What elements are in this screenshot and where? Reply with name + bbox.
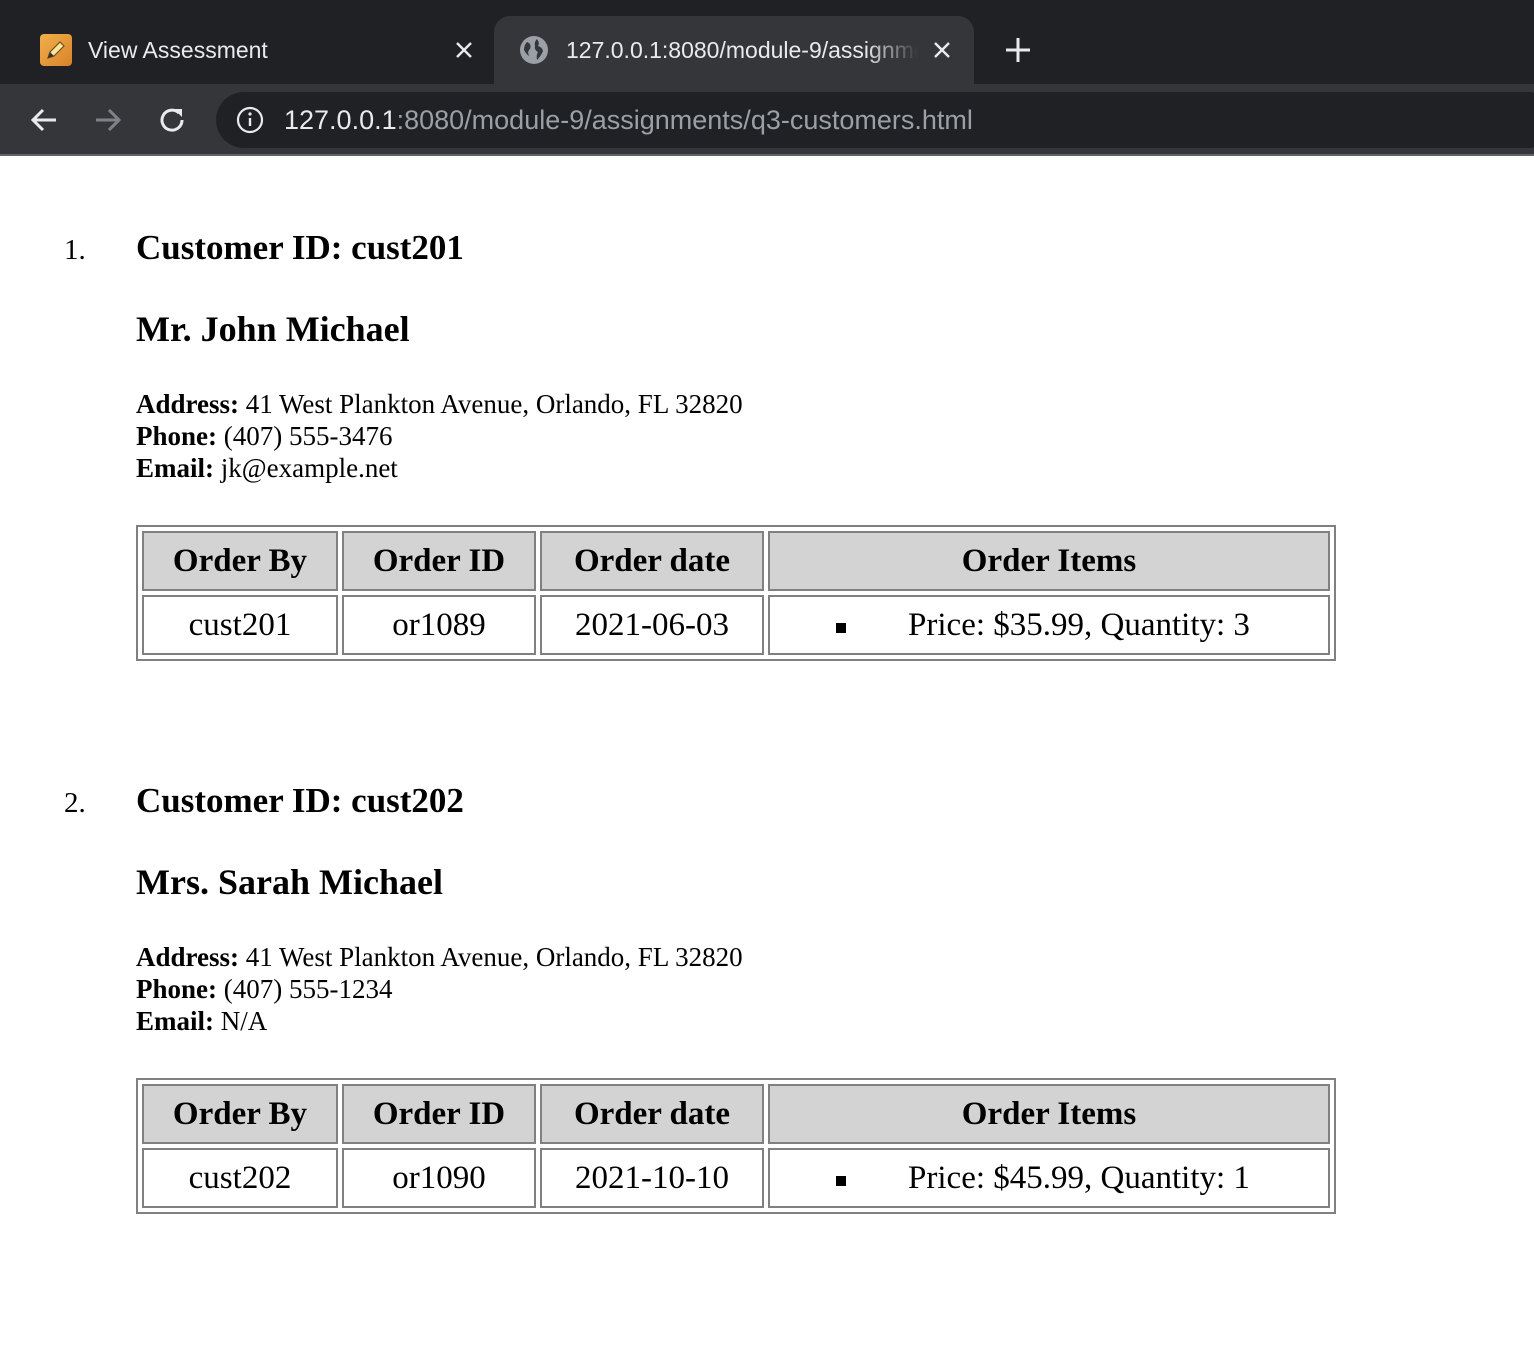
order-item: Price: $35.99, Quantity: 3 xyxy=(908,606,1250,643)
order-items-cell: Price: $45.99, Quantity: 1 xyxy=(768,1148,1330,1208)
address-line: Address: 41 West Plankton Avenue, Orland… xyxy=(136,388,743,420)
globe-icon xyxy=(520,36,548,64)
back-button[interactable] xyxy=(24,100,64,140)
address-label: Address: xyxy=(136,389,240,419)
phone-label: Phone: xyxy=(136,974,217,1004)
tab-title: View Assessment xyxy=(88,37,268,63)
table-row: cust202 or1090 2021-10-10 Price: $45.99,… xyxy=(142,1148,1330,1208)
order-id-cell: or1089 xyxy=(342,595,536,655)
email-line: Email: jk@example.net xyxy=(136,452,743,484)
reload-button[interactable] xyxy=(152,100,192,140)
tab-view-assessment[interactable]: View Assessment xyxy=(0,16,494,84)
email-label: Email: xyxy=(136,1006,214,1036)
order-by-cell: cust201 xyxy=(142,595,338,655)
customer-id-heading: Customer ID: cust201 xyxy=(136,228,464,267)
column-header-order-by: Order By xyxy=(142,1084,338,1144)
square-bullet-icon xyxy=(836,1176,846,1186)
table-header-row: Order By Order ID Order date Order Items xyxy=(142,531,1330,591)
new-tab-button[interactable] xyxy=(998,30,1038,70)
column-header-order-by: Order By xyxy=(142,531,338,591)
order-by-cell: cust202 xyxy=(142,1148,338,1208)
info-icon[interactable] xyxy=(236,106,264,134)
table-header-row: Order By Order ID Order date Order Items xyxy=(142,1084,1330,1144)
reload-icon xyxy=(160,108,184,132)
list-number: 2. xyxy=(64,787,86,819)
tab-q3-customers[interactable]: 127.0.0.1:8080/module-9/assignments/q3-c… xyxy=(494,16,974,84)
order-item: Price: $45.99, Quantity: 1 xyxy=(908,1159,1250,1196)
customer-info: Address: 41 West Plankton Avenue, Orland… xyxy=(136,941,743,1037)
arrow-left-icon xyxy=(30,108,56,132)
url-host: 127.0.0.1 xyxy=(284,105,397,135)
column-header-order-id: Order ID xyxy=(342,1084,536,1144)
pencil-icon xyxy=(40,34,72,66)
orders-table: Order By Order ID Order date Order Items… xyxy=(136,1078,1336,1214)
email-line: Email: N/A xyxy=(136,1005,743,1037)
order-items-cell: Price: $35.99, Quantity: 3 xyxy=(768,595,1330,655)
column-header-order-items: Order Items xyxy=(768,1084,1330,1144)
phone-line: Phone: (407) 555-1234 xyxy=(136,973,743,1005)
customer-id-heading: Customer ID: cust202 xyxy=(136,781,464,820)
url-text: 127.0.0.1:8080/module-9/assignments/q3-c… xyxy=(284,104,973,136)
url-path: :8080/module-9/assignments/q3-customers.… xyxy=(396,105,973,135)
arrow-right-icon xyxy=(96,108,122,132)
close-icon[interactable] xyxy=(448,34,480,66)
column-header-order-items: Order Items xyxy=(768,531,1330,591)
orders-table: Order By Order ID Order date Order Items… xyxy=(136,525,1336,661)
tab-title: 127.0.0.1:8080/module-9/assignments/q3-c… xyxy=(566,37,918,63)
order-date-cell: 2021-10-10 xyxy=(540,1148,764,1208)
square-bullet-icon xyxy=(836,623,846,633)
phone-value: (407) 555-1234 xyxy=(223,974,393,1004)
browser-toolbar: 127.0.0.1:8080/module-9/assignments/q3-c… xyxy=(0,84,1534,156)
plus-icon xyxy=(1006,38,1030,62)
table-row: cust201 or1089 2021-06-03 Price: $35.99,… xyxy=(142,595,1330,655)
email-label: Email: xyxy=(136,453,214,483)
customer-info: Address: 41 West Plankton Avenue, Orland… xyxy=(136,388,743,484)
close-icon[interactable] xyxy=(926,34,958,66)
column-header-order-date: Order date xyxy=(540,531,764,591)
address-label: Address: xyxy=(136,942,240,972)
address-value: 41 West Plankton Avenue, Orlando, FL 328… xyxy=(245,942,743,972)
address-line: Address: 41 West Plankton Avenue, Orland… xyxy=(136,941,743,973)
forward-button[interactable] xyxy=(88,100,128,140)
order-id-cell: or1090 xyxy=(342,1148,536,1208)
column-header-order-id: Order ID xyxy=(342,531,536,591)
email-value: N/A xyxy=(220,1006,268,1036)
address-bar[interactable]: 127.0.0.1:8080/module-9/assignments/q3-c… xyxy=(216,92,1534,148)
address-value: 41 West Plankton Avenue, Orlando, FL 328… xyxy=(245,389,743,419)
column-header-order-date: Order date xyxy=(540,1084,764,1144)
phone-value: (407) 555-3476 xyxy=(223,421,393,451)
list-number: 1. xyxy=(64,234,86,266)
customer-name-heading: Mr. John Michael xyxy=(136,309,410,349)
email-value: jk@example.net xyxy=(220,453,398,483)
order-date-cell: 2021-06-03 xyxy=(540,595,764,655)
phone-line: Phone: (407) 555-3476 xyxy=(136,420,743,452)
customer-name-heading: Mrs. Sarah Michael xyxy=(136,862,443,902)
browser-tabstrip: View Assessment 127.0.0.1:8080/module-9/… xyxy=(0,0,1534,84)
phone-label: Phone: xyxy=(136,421,217,451)
